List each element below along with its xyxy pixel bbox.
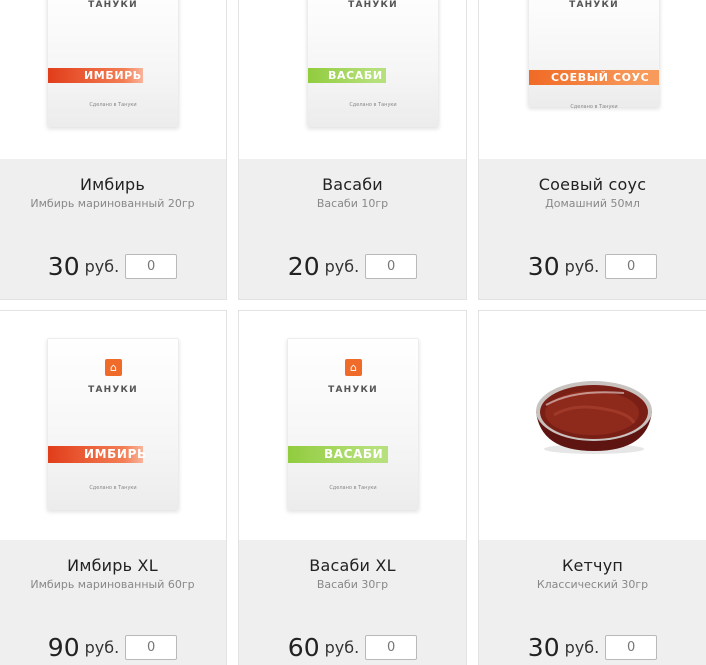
product-name[interactable]: Соевый соус [479,175,706,194]
product-name[interactable]: Кетчуп [479,556,706,575]
product-name[interactable]: Имбирь XL [0,556,226,575]
sachet-soy: ТАНУКИ СОЕВЫЙ СОУС Сделано в Тануки [528,0,660,110]
product-card-wasabi-xl[interactable]: ⌂ ТАНУКИ ВАСАБИ Сделано в Тануки Васаби … [238,310,467,665]
product-info: Кетчуп Классический 30гр 30 руб. [479,540,706,665]
product-price: 20 [287,252,320,281]
currency-label: руб. [324,638,360,657]
product-card-ketchup[interactable]: Кетчуп Классический 30гр 30 руб. [478,310,706,665]
product-price: 30 [47,252,80,281]
price-row: 30 руб. [0,252,226,281]
product-image[interactable]: ТАНУКИ СОЕВЫЙ СОУС Сделано в Тануки [479,0,706,159]
sachet-band: ИМБИРЬ [48,446,146,463]
price-row: 30 руб. [479,633,706,662]
sachet-wasabi: ТАНУКИ ВАСАБИ Сделано в Тануки [307,0,439,127]
sachet-band: ИМБИРЬ [48,68,143,83]
product-name[interactable]: Васаби [239,175,466,194]
product-description: Домашний 50мл [545,197,640,210]
product-description: Имбирь маринованный 20гр [30,197,195,210]
currency-label: руб. [564,638,600,657]
price-row: 60 руб. [239,633,466,662]
product-card-wasabi[interactable]: ТАНУКИ ВАСАБИ Сделано в Тануки Васаби Ва… [238,0,467,300]
product-name[interactable]: Васаби XL [239,556,466,575]
product-description: Имбирь маринованный 60гр [30,578,195,591]
product-info: Васаби Васаби 10гр 20 руб. [239,159,466,299]
ketchup-bowl-image [536,381,652,454]
sachet-band: СОЕВЫЙ СОУС [529,70,659,85]
product-grid: ТАНУКИ ИМБИРЬ Сделано в Тануки Имбирь Им… [0,0,706,665]
made-in-label: Сделано в Тануки [570,104,618,110]
product-price: 90 [47,633,80,662]
sachet-wasabi-xl: ⌂ ТАНУКИ ВАСАБИ Сделано в Тануки [287,338,419,510]
price-row: 90 руб. [0,633,226,662]
sachet-ginger: ТАНУКИ ИМБИРЬ Сделано в Тануки [47,0,179,127]
product-description: Классический 30гр [536,578,649,591]
currency-label: руб. [84,638,120,657]
made-in-label: Сделано в Тануки [349,102,397,108]
product-image[interactable]: ТАНУКИ ВАСАБИ Сделано в Тануки [239,0,466,159]
price-row: 30 руб. [479,252,706,281]
product-card-soy-sauce[interactable]: ТАНУКИ СОЕВЫЙ СОУС Сделано в Тануки Соев… [478,0,706,300]
product-description: Васаби 30гр [316,578,389,591]
currency-label: руб. [324,257,360,276]
product-price: 30 [527,252,560,281]
currency-label: руб. [84,257,120,276]
brand-label: ТАНУКИ [328,385,378,395]
product-info: Имбирь Имбирь маринованный 20гр 30 руб. [0,159,226,299]
price-row: 20 руб. [239,252,466,281]
brand-label: ТАНУКИ [88,385,138,395]
tanuki-logo-icon: ⌂ [105,359,122,376]
quantity-input[interactable] [365,254,418,279]
quantity-input[interactable] [365,635,418,660]
quantity-input[interactable] [125,254,178,279]
sachet-band: ВАСАБИ [288,446,388,463]
product-name[interactable]: Имбирь [0,175,226,194]
product-card-ginger[interactable]: ТАНУКИ ИМБИРЬ Сделано в Тануки Имбирь Им… [0,0,227,300]
brand-label: ТАНУКИ [88,0,138,10]
sachet-ginger-xl: ⌂ ТАНУКИ ИМБИРЬ Сделано в Тануки [47,338,179,510]
quantity-input[interactable] [125,635,178,660]
product-card-ginger-xl[interactable]: ⌂ ТАНУКИ ИМБИРЬ Сделано в Тануки Имбирь … [0,310,227,665]
sachet-band: ВАСАБИ [308,68,386,83]
currency-label: руб. [564,257,600,276]
quantity-input[interactable] [605,254,658,279]
product-image[interactable]: ТАНУКИ ИМБИРЬ Сделано в Тануки [0,0,226,159]
product-info: Имбирь XL Имбирь маринованный 60гр 90 ру… [0,540,226,665]
brand-label: ТАНУКИ [348,0,398,10]
made-in-label: Сделано в Тануки [329,485,377,491]
product-info: Васаби XL Васаби 30гр 60 руб. [239,540,466,665]
made-in-label: Сделано в Тануки [89,485,137,491]
product-price: 30 [527,633,560,662]
product-price: 60 [287,633,320,662]
product-image[interactable]: ⌂ ТАНУКИ ВАСАБИ Сделано в Тануки [239,311,466,540]
product-info: Соевый соус Домашний 50мл 30 руб. [479,159,706,299]
quantity-input[interactable] [605,635,658,660]
product-image[interactable]: ⌂ ТАНУКИ ИМБИРЬ Сделано в Тануки [0,311,226,540]
product-image[interactable] [479,311,706,540]
made-in-label: Сделано в Тануки [89,102,137,108]
brand-label: ТАНУКИ [569,0,619,10]
product-description: Васаби 10гр [316,197,389,210]
tanuki-logo-icon: ⌂ [345,359,362,376]
